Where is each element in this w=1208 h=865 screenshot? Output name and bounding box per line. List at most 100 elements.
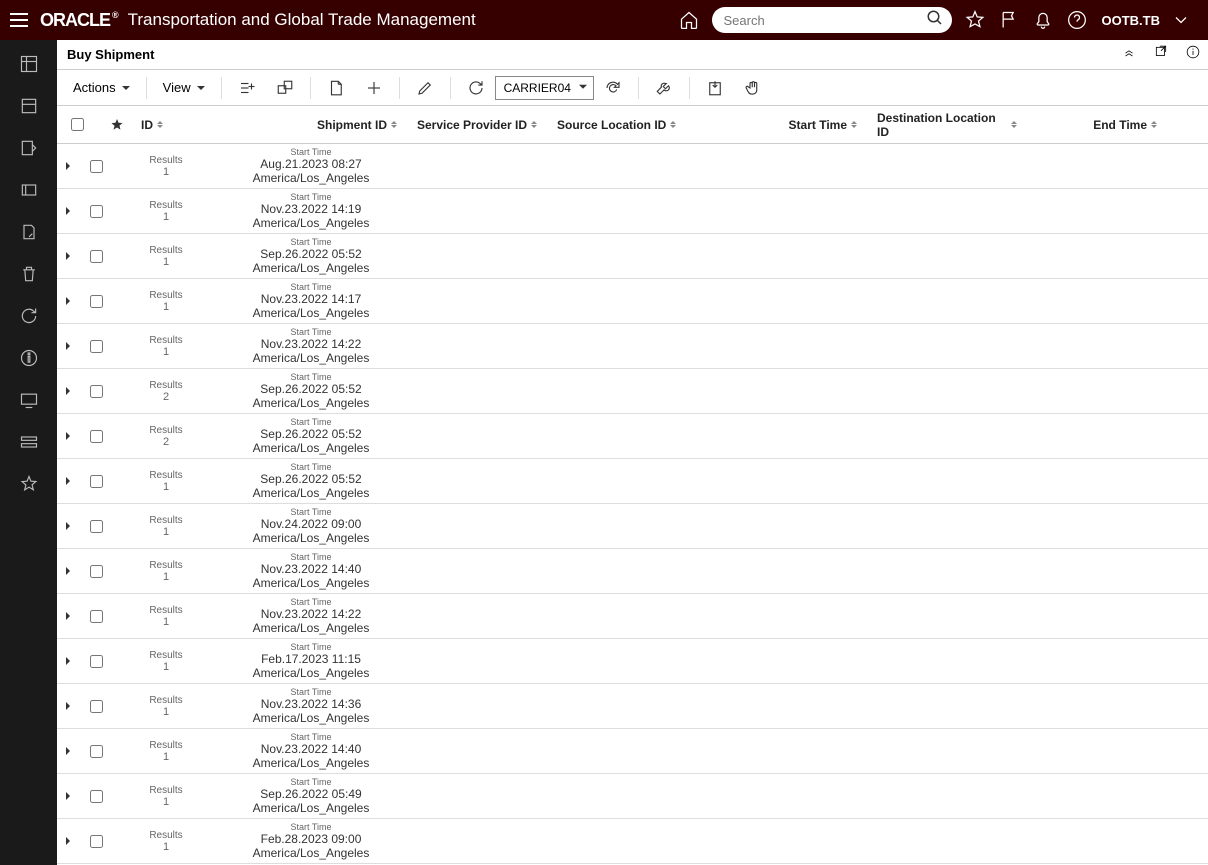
expand-icon[interactable]	[57, 567, 81, 575]
expand-icon[interactable]	[57, 252, 81, 260]
edit-icon[interactable]	[406, 72, 444, 104]
expand-icon[interactable]	[57, 702, 81, 710]
bell-icon[interactable]	[1032, 9, 1054, 31]
expand-icon[interactable]	[57, 477, 81, 485]
sidebar-star-icon[interactable]	[17, 472, 41, 496]
table-row[interactable]: Results2Start TimeSep.26.2022 05:52Ameri…	[57, 369, 1208, 414]
menu-icon[interactable]	[2, 3, 36, 37]
sidebar-trash-icon[interactable]	[17, 262, 41, 286]
table-row[interactable]: Results1Start TimeNov.23.2022 14:22Ameri…	[57, 324, 1208, 369]
sidebar-item-1[interactable]	[17, 52, 41, 76]
sidebar-refresh-icon[interactable]	[17, 304, 41, 328]
table-row[interactable]: Results1Start TimeNov.23.2022 14:40Ameri…	[57, 729, 1208, 774]
table-row[interactable]: Results1Start TimeNov.23.2022 14:19Ameri…	[57, 189, 1208, 234]
actions-menu[interactable]: Actions	[63, 72, 140, 104]
reload-icon[interactable]	[594, 72, 632, 104]
row-checkbox[interactable]	[90, 520, 103, 533]
sidebar-item-10[interactable]	[17, 430, 41, 454]
expand-icon[interactable]	[57, 612, 81, 620]
row-checkbox[interactable]	[90, 610, 103, 623]
results-cell: Results1	[111, 155, 221, 178]
row-checkbox[interactable]	[90, 475, 103, 488]
results-cell: Results1	[111, 650, 221, 673]
flag-icon[interactable]	[998, 9, 1020, 31]
col-id[interactable]: ID	[137, 118, 317, 132]
table-row[interactable]: Results2Start TimeSep.26.2022 05:52Ameri…	[57, 414, 1208, 459]
row-checkbox[interactable]	[90, 250, 103, 263]
detach-icon[interactable]	[1154, 45, 1168, 64]
row-checkbox[interactable]	[90, 205, 103, 218]
table-row[interactable]: Results1Start TimeNov.23.2022 14:17Ameri…	[57, 279, 1208, 324]
col-source-location[interactable]: Source Location ID	[557, 118, 697, 132]
row-checkbox[interactable]	[90, 655, 103, 668]
row-checkbox[interactable]	[90, 745, 103, 758]
sidebar-item-4[interactable]	[17, 178, 41, 202]
plus-icon[interactable]	[355, 72, 393, 104]
sidebar-info-icon[interactable]	[17, 346, 41, 370]
page-info-icon[interactable]	[1186, 45, 1200, 64]
expand-icon[interactable]	[57, 162, 81, 170]
expand-icon[interactable]	[57, 837, 81, 845]
results-cell: Results1	[111, 830, 221, 853]
list-plus-icon[interactable]	[228, 72, 266, 104]
col-service-provider[interactable]: Service Provider ID	[417, 118, 557, 132]
sidebar-item-2[interactable]	[17, 94, 41, 118]
table-row[interactable]: Results1Start TimeSep.26.2022 05:52Ameri…	[57, 234, 1208, 279]
row-checkbox[interactable]	[90, 430, 103, 443]
expand-icon[interactable]	[57, 792, 81, 800]
search-box[interactable]	[712, 7, 952, 33]
table-row[interactable]: Results1Start TimeNov.23.2022 14:36Ameri…	[57, 684, 1208, 729]
new-doc-icon[interactable]	[317, 72, 355, 104]
start-time-cell: Start TimeSep.26.2022 05:52America/Los_A…	[221, 237, 401, 275]
row-checkbox[interactable]	[90, 700, 103, 713]
home-icon[interactable]	[678, 9, 700, 31]
col-end-time[interactable]: End Time	[1017, 118, 1157, 132]
results-cell: Results1	[111, 245, 221, 268]
table-row[interactable]: Results1Start TimeNov.23.2022 14:40Ameri…	[57, 549, 1208, 594]
export-icon[interactable]	[696, 72, 734, 104]
user-label[interactable]: OOTB.TB	[1102, 13, 1161, 28]
expand-icon[interactable]	[57, 297, 81, 305]
table-row[interactable]: Results1Start TimeNov.23.2022 14:22Ameri…	[57, 594, 1208, 639]
carrier-select[interactable]: CARRIER04	[495, 76, 594, 100]
hand-icon[interactable]	[734, 72, 772, 104]
row-checkbox[interactable]	[90, 340, 103, 353]
row-checkbox[interactable]	[90, 565, 103, 578]
sidebar-item-5[interactable]	[17, 220, 41, 244]
table-row[interactable]: Results1Start TimeNov.24.2022 09:00Ameri…	[57, 504, 1208, 549]
table-row[interactable]: Results1Start TimeSep.26.2022 05:49Ameri…	[57, 774, 1208, 819]
expand-icon[interactable]	[57, 207, 81, 215]
row-checkbox[interactable]	[90, 385, 103, 398]
expand-icon[interactable]	[57, 522, 81, 530]
chevron-down-icon[interactable]	[1170, 9, 1192, 31]
expand-icon[interactable]	[57, 657, 81, 665]
table-row[interactable]: Results1Start TimeAug.21.2023 08:27Ameri…	[57, 144, 1208, 189]
expand-icon[interactable]	[57, 387, 81, 395]
detach-table-icon[interactable]	[266, 72, 304, 104]
table-row[interactable]: Results1Start TimeFeb.28.2023 09:00Ameri…	[57, 819, 1208, 864]
row-checkbox[interactable]	[90, 835, 103, 848]
table-row[interactable]: Results1Start TimeSep.26.2022 05:52Ameri…	[57, 459, 1208, 504]
col-shipment-id[interactable]: Shipment ID	[317, 118, 417, 132]
expand-icon[interactable]	[57, 342, 81, 350]
table-row[interactable]: Results1Start TimeFeb.17.2023 11:15Ameri…	[57, 639, 1208, 684]
refresh-icon[interactable]	[457, 72, 495, 104]
col-dest-location[interactable]: Destination Location ID	[877, 111, 1017, 139]
expand-icon[interactable]	[57, 432, 81, 440]
sidebar-item-3[interactable]	[17, 136, 41, 160]
select-all-checkbox[interactable]	[71, 118, 84, 131]
row-checkbox[interactable]	[90, 295, 103, 308]
expand-icon[interactable]	[57, 747, 81, 755]
favorite-column[interactable]	[97, 117, 137, 133]
view-menu[interactable]: View	[153, 72, 215, 104]
help-icon[interactable]	[1066, 9, 1088, 31]
col-start-time[interactable]: Start Time	[697, 118, 877, 132]
row-checkbox[interactable]	[90, 160, 103, 173]
star-icon[interactable]	[964, 9, 986, 31]
row-checkbox[interactable]	[90, 790, 103, 803]
wrench-icon[interactable]	[645, 72, 683, 104]
collapse-icon[interactable]	[1122, 45, 1136, 64]
search-input[interactable]	[724, 13, 926, 28]
sidebar-monitor-icon[interactable]	[17, 388, 41, 412]
search-icon[interactable]	[926, 9, 944, 32]
